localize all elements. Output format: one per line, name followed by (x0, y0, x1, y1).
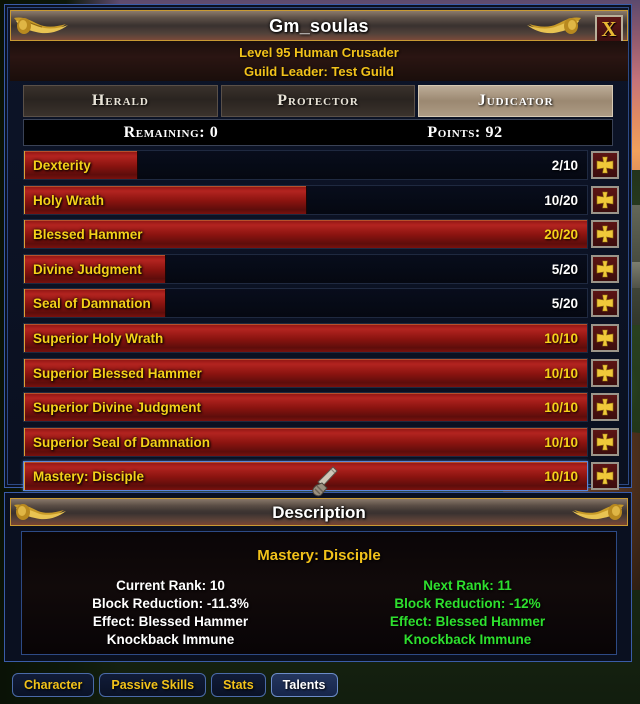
skill-progress-track[interactable]: Mastery: Disciple 10/10 (23, 461, 588, 492)
total-points: Points: 92 (427, 123, 503, 141)
bottom-tab-passive-skills[interactable]: Passive Skills (99, 673, 207, 697)
description-current-rank-column: Current Rank: 10 Block Reduction: -11.3% E… (22, 577, 319, 649)
character-info: Level 95 Human Crusader Guild Leader: Te… (10, 41, 628, 81)
skill-rank-value: 20/20 (544, 227, 578, 243)
skill-progress-track[interactable]: Superior Holy Wrath 10/10 (23, 322, 588, 353)
description-line: Block Reduction: -12% (394, 596, 541, 611)
skill-rank-value: 5/20 (551, 261, 578, 277)
skill-rank-up-button[interactable] (591, 358, 619, 387)
close-icon: X (601, 17, 617, 41)
description-line: Next Rank: 11 (423, 578, 512, 593)
skill-rank-up-button[interactable] (591, 151, 619, 179)
skill-row[interactable]: Dexterity 2/10 (23, 150, 619, 180)
window-title: Gm_soulas (269, 16, 369, 36)
skill-name-label: Superior Blessed Hammer (33, 365, 202, 381)
skill-rank-value: 10/10 (544, 365, 578, 381)
description-line: Effect: Blessed Hammer (389, 614, 546, 629)
skill-rank-up-button[interactable] (591, 323, 619, 352)
skill-rank-up-button[interactable] (591, 427, 619, 456)
character-level-class: Level 95 Human Crusader (239, 45, 399, 60)
description-skill-name: Mastery: Disciple (257, 547, 381, 564)
skill-name-label: Blessed Hammer (33, 227, 143, 243)
skill-row[interactable]: Seal of Damnation 5/20 (23, 288, 619, 319)
skill-name-label: Mastery: Disciple (33, 469, 145, 485)
description-header-bar: Description (10, 498, 628, 526)
gold-filigree-ornament-desc-right (572, 504, 624, 520)
skill-row[interactable]: Superior Seal of Damnation 10/10 (23, 426, 619, 457)
maltese-cross-icon (596, 433, 614, 451)
skill-name-label: Superior Seal of Damnation (33, 434, 211, 450)
skill-rank-up-button[interactable] (591, 220, 619, 249)
maltese-cross-icon (596, 156, 614, 174)
description-line: Block Reduction: -11.3% (92, 596, 249, 611)
description-line: Knockback Immune (403, 632, 532, 647)
skill-rank-up-button[interactable] (591, 462, 619, 491)
skill-name-label: Divine Judgment (33, 261, 142, 277)
skill-rank-value: 10/20 (544, 192, 578, 208)
skill-row[interactable]: Superior Holy Wrath 10/10 (23, 322, 619, 353)
skill-rank-value: 2/10 (551, 158, 578, 173)
skill-rank-value: 10/10 (544, 469, 578, 485)
spec-tab-protector[interactable]: Protector (220, 85, 416, 117)
skill-progress-track[interactable]: Holy Wrath 10/20 (23, 184, 588, 215)
skill-rank-up-button[interactable] (591, 254, 619, 283)
skill-rank-value: 10/10 (544, 330, 578, 346)
description-columns: Current Rank: 10 Block Reduction: -11.3% E… (22, 577, 616, 649)
skill-row[interactable]: Holy Wrath 10/20 (23, 184, 619, 215)
skill-progress-track[interactable]: Seal of Damnation 5/20 (23, 288, 588, 319)
skill-progress-track[interactable]: Superior Seal of Damnation 10/10 (23, 426, 588, 457)
skill-row[interactable]: Superior Divine Judgment 10/10 (23, 392, 619, 423)
maltese-cross-icon (596, 468, 614, 485)
talents-window: Gm_soulas X Level 95 Human Crusader Guil… (4, 4, 632, 492)
skill-rank-value: 5/20 (551, 296, 578, 312)
skill-name-label: Holy Wrath (33, 192, 105, 208)
bottom-tab-character[interactable]: Character (12, 673, 95, 697)
description-line: Current Rank: 10 (116, 578, 225, 593)
skill-progress-track[interactable]: Blessed Hammer 20/20 (23, 219, 588, 250)
maltese-cross-icon (596, 191, 614, 208)
character-guild: Guild Leader: Test Guild (244, 64, 394, 79)
skill-rank-up-button[interactable] (591, 185, 619, 214)
bottom-tab-stats[interactable]: Stats (211, 673, 266, 697)
skill-rank-up-button[interactable] (591, 393, 619, 422)
skill-list: Dexterity 2/10 Holy Wrath 10/20 Blessed Hamm… (23, 150, 619, 492)
description-next-rank-column: Next Rank: 11 Block Reduction: -12% Effect… (319, 577, 616, 649)
skill-name-label: Dexterity (33, 158, 91, 173)
points-summary-bar: Remaining: 0 Points: 92 (23, 119, 613, 146)
bottom-tab-talents[interactable]: Talents (270, 673, 338, 697)
skill-progress-track[interactable]: Superior Blessed Hammer 10/10 (23, 357, 588, 388)
description-line: Knockback Immune (106, 632, 235, 647)
maltese-cross-icon (596, 260, 614, 278)
description-window: Description Mastery: Disciple Current Ra… (4, 492, 632, 662)
maltese-cross-icon (596, 364, 614, 381)
maltese-cross-icon (596, 329, 614, 347)
description-line: Effect: Blessed Hammer (92, 614, 249, 629)
skill-row[interactable]: Blessed Hammer 20/20 (23, 219, 619, 250)
skill-rank-up-button[interactable] (591, 289, 619, 318)
maltese-cross-icon (596, 295, 614, 312)
skill-progress-track[interactable]: Dexterity 2/10 (23, 150, 588, 180)
window-title-bar: Gm_soulas X (10, 10, 628, 43)
skill-name-label: Superior Divine Judgment (33, 400, 202, 416)
description-title: Description (272, 503, 366, 522)
skill-name-label: Superior Holy Wrath (33, 330, 164, 346)
skill-progress-track[interactable]: Divine Judgment 5/20 (23, 253, 588, 284)
skill-rank-value: 10/10 (544, 400, 578, 416)
skill-row[interactable]: Superior Blessed Hammer 10/10 (23, 357, 619, 388)
bottom-tab-bar: Character Passive Skills Stats Talents (12, 673, 338, 697)
spec-tab-judicator[interactable]: Judicator (418, 85, 614, 117)
description-body: Mastery: Disciple Current Rank: 10 Block … (21, 531, 617, 655)
close-button[interactable]: X (595, 15, 623, 43)
maltese-cross-icon (596, 398, 614, 416)
maltese-cross-icon (596, 225, 614, 243)
specialization-tabs: Herald Protector Judicator (23, 85, 614, 117)
skill-name-label: Seal of Damnation (33, 296, 151, 312)
remaining-points: Remaining: 0 (123, 123, 219, 141)
skill-progress-track[interactable]: Superior Divine Judgment 10/10 (23, 392, 588, 423)
skill-rank-value: 10/10 (544, 434, 578, 450)
spec-tab-herald[interactable]: Herald (23, 85, 218, 117)
skill-row[interactable]: Mastery: Disciple 10/10 (23, 461, 619, 492)
skill-row[interactable]: Divine Judgment 5/20 (23, 253, 619, 284)
